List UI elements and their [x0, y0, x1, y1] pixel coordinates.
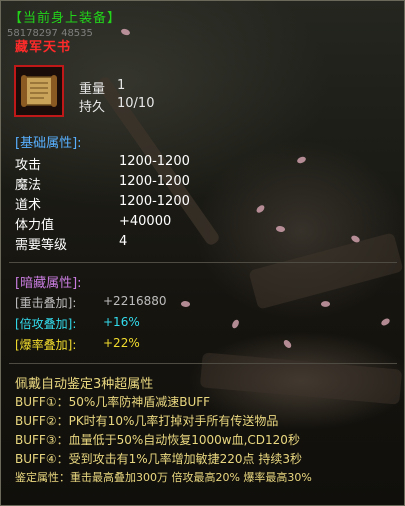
weight-value: 1 [117, 78, 126, 93]
description-line: BUFF①：50%几率防神盾减速BUFF [15, 395, 211, 409]
hidden-attribute-value: +16% [103, 315, 140, 329]
durability-row: 持久 10/10 [79, 96, 199, 115]
item-tooltip: 【当前身上装备】 58178297 48535 藏军天书 重量 1 持久 10/… [0, 0, 405, 506]
hidden-attribute-row: [重击叠加]: +2216880 [15, 294, 395, 314]
attribute-row: 攻击 1200-1200 [15, 154, 395, 174]
description-line: BUFF③：血量低于50%自动恢复1000w血,CD120秒 [15, 433, 300, 447]
hidden-attribute-value: +22% [103, 336, 140, 350]
durability-label: 持久 [79, 100, 106, 115]
attribute-row: 体力值 +40000 [15, 214, 395, 234]
description-line: 佩戴自动鉴定3种超属性 [15, 377, 154, 392]
hidden-attribute-label: [倍攻叠加]: [15, 317, 77, 331]
scroll-icon [21, 75, 57, 107]
hidden-attribute-row: [倍攻叠加]: +16% [15, 315, 395, 335]
attribute-label: 攻击 [15, 158, 42, 173]
weight-row: 重量 1 [79, 78, 199, 97]
base-attributes-title: [基础属性]: [15, 136, 82, 151]
attribute-value: 1200-1200 [119, 194, 190, 209]
background-branch [199, 352, 403, 405]
hidden-attribute-value: +2216880 [103, 294, 167, 308]
equipped-label: 【当前身上装备】 [9, 11, 122, 26]
description-line: 鉴定属性：重击最高叠加300万 倍攻最高20% 爆率最高30% [15, 471, 312, 484]
petal-decoration [120, 27, 131, 37]
section-divider [9, 363, 397, 364]
hidden-attribute-label: [爆率叠加]: [15, 338, 77, 352]
hidden-attribute-row: [爆率叠加]: +22% [15, 336, 395, 356]
attribute-label: 体力值 [15, 218, 55, 233]
attribute-value: +40000 [119, 214, 172, 229]
attribute-label: 需要等级 [15, 238, 68, 253]
hidden-attributes-title: [暗藏属性]: [15, 276, 82, 291]
attribute-value: 1200-1200 [119, 174, 190, 189]
item-name: 藏军天书 [15, 40, 72, 55]
attribute-label: 魔法 [15, 178, 42, 193]
attribute-row: 道术 1200-1200 [15, 194, 395, 214]
attribute-row: 魔法 1200-1200 [15, 174, 395, 194]
durability-value: 10/10 [117, 96, 155, 111]
item-icon-frame[interactable] [14, 65, 64, 117]
attribute-value: 4 [119, 234, 128, 249]
attribute-value: 1200-1200 [119, 154, 190, 169]
description-line: BUFF②：PK时有10%几率打掉对手所有传送物品 [15, 414, 279, 428]
description-line: BUFF④：受到攻击有1%几率增加敏捷220点 持续3秒 [15, 452, 302, 466]
hidden-attribute-label: [重击叠加]: [15, 296, 77, 310]
section-divider [9, 262, 397, 263]
weight-label: 重量 [79, 82, 106, 97]
attribute-row: 需要等级 4 [15, 234, 395, 254]
attribute-label: 道术 [15, 198, 42, 213]
